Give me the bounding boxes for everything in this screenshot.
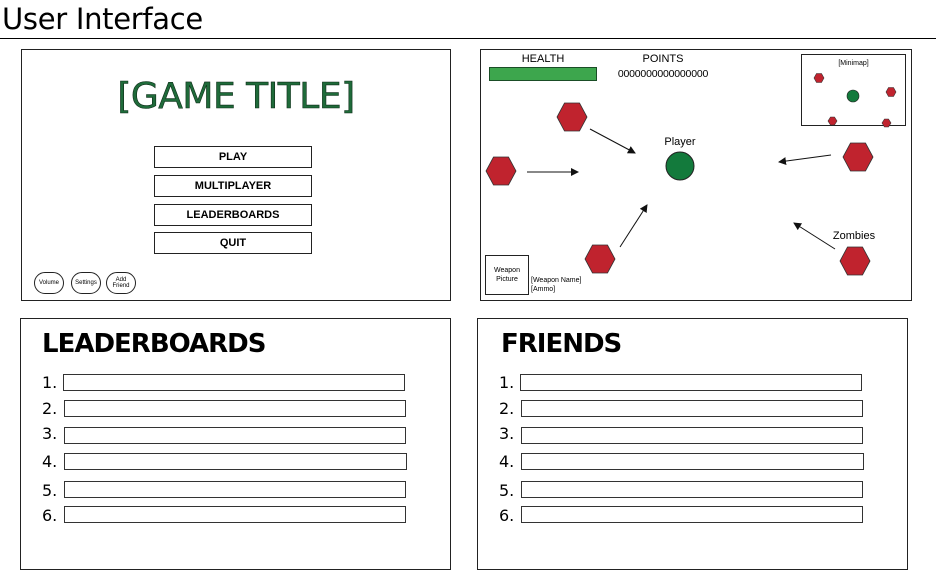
leaderboard-entry[interactable]: [64, 481, 406, 498]
friend-entry[interactable]: [521, 453, 864, 470]
weapon-name: [Weapon Name]: [531, 277, 582, 284]
leaderboard-entry[interactable]: [64, 453, 407, 470]
leaderboard-rank: 2.: [42, 399, 58, 418]
friend-rank: 6.: [499, 506, 515, 525]
leaderboards-title: LEADERBOARDS: [42, 329, 266, 359]
friend-entry[interactable]: [521, 481, 863, 498]
leaderboard-rank: 3.: [42, 424, 58, 443]
friend-entry[interactable]: [521, 506, 863, 523]
zombie-hexagon: [556, 102, 588, 132]
leaderboard-entry[interactable]: [64, 506, 406, 523]
leaderboard-rank: 4.: [42, 452, 58, 471]
ammo-count: [Ammo]: [531, 286, 556, 293]
zombie-hexagon: [485, 156, 517, 186]
weapon-picture-label: Weapon Picture: [494, 267, 520, 283]
leaderboard-rank: 5.: [42, 481, 58, 500]
friend-entry[interactable]: [520, 374, 862, 391]
add-friend-button[interactable]: Add Friend: [106, 272, 136, 294]
leaderboard-entry[interactable]: [64, 400, 406, 417]
zombie-arrow: [589, 128, 636, 154]
leaderboard-entry[interactable]: [63, 374, 405, 391]
friend-entry[interactable]: [521, 400, 863, 417]
player-circle: [665, 151, 695, 181]
friend-rank: 4.: [499, 452, 515, 471]
zombie-arrow: [778, 154, 832, 166]
friend-entry[interactable]: [521, 427, 863, 444]
leaderboards-button[interactable]: LEADERBOARDS: [154, 204, 312, 226]
friend-rank: 5.: [499, 481, 515, 500]
leaderboards-panel: LEADERBOARDS 1. 2. 3. 4. 5. 6.: [20, 318, 451, 570]
friend-rank: 2.: [499, 399, 515, 418]
zombies-label: Zombies: [832, 230, 876, 242]
page-title: User Interface: [2, 2, 203, 36]
friends-title: FRIENDS: [501, 329, 622, 359]
leaderboard-rank: 6.: [42, 506, 58, 525]
multiplayer-button[interactable]: MULTIPLAYER: [154, 175, 312, 197]
friend-rank: 3.: [499, 424, 515, 443]
title-divider: [0, 38, 936, 39]
settings-button[interactable]: Settings: [71, 272, 101, 294]
player-label: Player: [664, 136, 696, 148]
volume-button[interactable]: Volume: [34, 272, 64, 294]
zombie-hexagon: [584, 244, 616, 274]
weapon-picture: Weapon Picture: [485, 255, 529, 295]
quit-button[interactable]: QUIT: [154, 232, 312, 254]
leaderboard-entry[interactable]: [64, 427, 406, 444]
main-menu-panel: [GAME TITLE] PLAY MULTIPLAYER LEADERBOAR…: [21, 49, 451, 301]
game-title: [GAME TITLE]: [117, 76, 355, 118]
zombie-hexagon: [842, 142, 874, 172]
friends-panel: FRIENDS 1. 2. 3. 4. 5. 6.: [477, 318, 908, 570]
zombie-arrow: [619, 204, 648, 248]
zombie-hexagon: [839, 246, 871, 276]
gameplay-scene: [485, 102, 874, 276]
play-button[interactable]: PLAY: [154, 146, 312, 168]
gameplay-panel: HEALTH POINTS 0000000000000000 [Minimap]: [480, 49, 912, 301]
